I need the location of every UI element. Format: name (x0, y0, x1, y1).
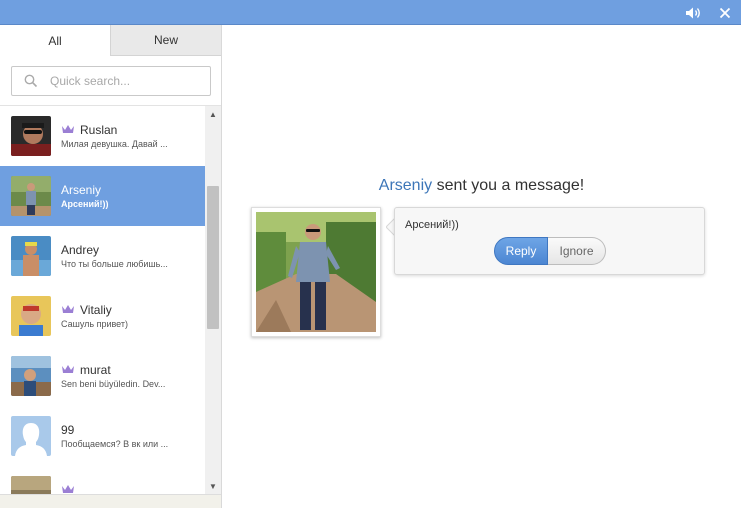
contact-item-arseniy[interactable]: Arseniy Арсений!)) (0, 166, 205, 226)
contact-list: Ruslan Милая девушка. Давай ... Arseniy … (0, 106, 205, 494)
avatar (11, 116, 51, 156)
contact-item-murat[interactable]: murat Sen beni büyüledin. Dev... (0, 346, 205, 406)
tab-new[interactable]: New (111, 25, 221, 56)
search-input[interactable] (50, 74, 200, 88)
contact-name: Andrey (61, 243, 100, 257)
contact-name: Vitaliy (80, 303, 112, 317)
message-actions: Reply Ignore (494, 237, 606, 265)
scroll-up-arrow-icon[interactable]: ▲ (205, 106, 221, 122)
contact-preview: Sen beni büyüledin. Dev... (61, 379, 166, 389)
headline-text: sent you a message! (432, 177, 585, 194)
crown-icon (62, 485, 74, 493)
title-bar (0, 0, 741, 25)
scroll-down-arrow-icon[interactable]: ▼ (205, 478, 221, 494)
contact-preview: Арсений!)) (61, 199, 109, 209)
contact-item-andrey[interactable]: Andrey Что ты больше любишь... (0, 226, 205, 286)
sender-name-link[interactable]: Arseniy (379, 177, 432, 194)
contact-item-99[interactable]: 99 Пообщаемся? В вк или ... (0, 406, 205, 466)
crown-icon (62, 305, 74, 313)
reply-button[interactable]: Reply (494, 237, 548, 265)
crown-icon (62, 125, 74, 133)
tab-all[interactable]: All (0, 25, 111, 56)
message-headline: Arseniy sent you a message! (222, 177, 741, 195)
sidebar-footer (0, 494, 221, 508)
contacts-sidebar: All New Quick search... Ruslan Милая дев… (0, 25, 222, 508)
contact-preview: Пообщаемся? В вк или ... (61, 439, 169, 449)
contact-preview: Милая девушка. Давай ... (61, 139, 168, 149)
scrollbar-thumb[interactable] (207, 186, 219, 329)
contact-item-ruslan[interactable]: Ruslan Милая девушка. Давай ... (0, 106, 205, 166)
sender-photo-image (256, 212, 376, 332)
message-text: Арсений!)) (405, 219, 459, 231)
contact-preview: Сашуль привет) (61, 319, 128, 329)
sender-photo[interactable] (251, 207, 381, 337)
avatar-placeholder-icon (11, 416, 51, 456)
search-icon (12, 67, 50, 95)
ignore-button[interactable]: Ignore (548, 237, 606, 265)
contact-item[interactable] (0, 466, 205, 494)
speaker-icon[interactable] (683, 0, 705, 25)
contact-item-vitaliy[interactable]: Vitaliy Сашуль привет) (0, 286, 205, 346)
contact-preview: Что ты больше любишь... (61, 259, 168, 269)
avatar (11, 296, 51, 336)
contact-name: Ruslan (80, 123, 118, 137)
avatar (11, 476, 51, 494)
crown-icon (62, 365, 74, 373)
close-icon[interactable] (714, 0, 736, 25)
search-bar (0, 56, 221, 106)
contact-name: 99 (61, 423, 75, 437)
message-panel: Arseniy sent you a message! Арсений!)) R… (222, 25, 741, 508)
avatar (11, 236, 51, 276)
avatar (11, 356, 51, 396)
search-box (11, 66, 211, 96)
avatar (11, 176, 51, 216)
message-bubble: Арсений!)) Reply Ignore (394, 207, 705, 275)
contact-list-scrollbar[interactable]: ▲ ▼ (205, 106, 221, 494)
contact-name: Arseniy (61, 183, 102, 197)
contact-name: murat (80, 363, 111, 377)
tabs: All New (0, 25, 221, 56)
